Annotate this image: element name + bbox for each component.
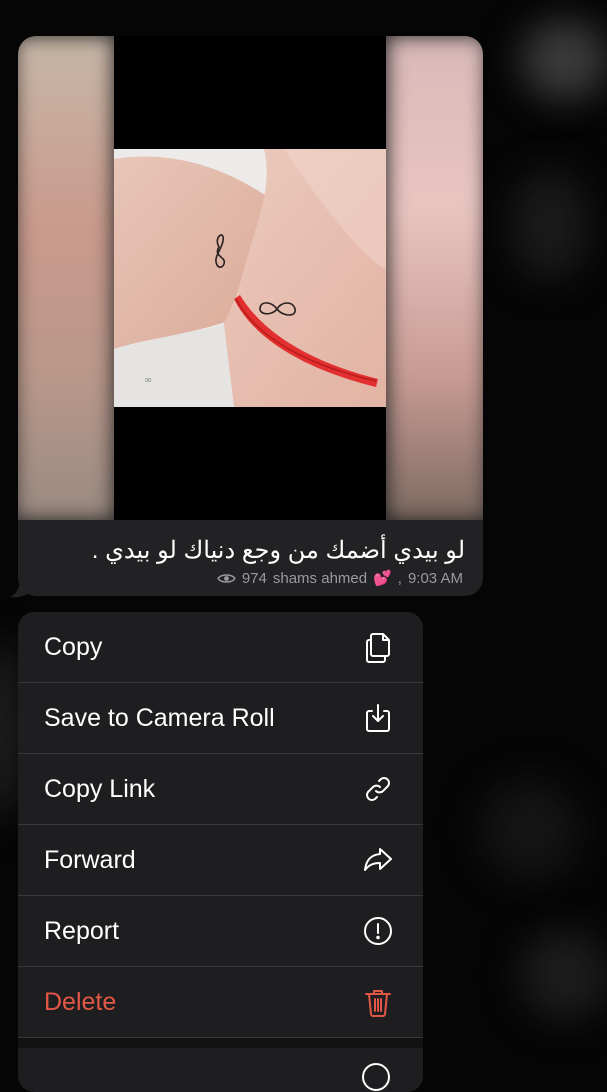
menu-item-label: Copy Link [44, 774, 156, 803]
background-blur [520, 930, 607, 1020]
menu-item-copy[interactable]: Copy [18, 612, 423, 683]
tattoo-photo: ∞ [114, 149, 386, 407]
trash-icon [361, 985, 395, 1019]
media-blur-left [18, 36, 114, 520]
forward-icon [361, 843, 395, 877]
menu-item-label: Delete [44, 987, 117, 1016]
context-menu: Copy Save to Camera Roll Copy Link Forwa… [18, 612, 423, 1092]
message-bubble[interactable]: ∞ لو بيدي أضمك من وجع دنياك لو بيدي . 97… [18, 36, 483, 596]
menu-item-delete[interactable]: Delete [18, 967, 423, 1038]
menu-item-partial[interactable] [18, 1048, 423, 1091]
background-blur [0, 640, 20, 820]
message-time: 9:03 AM [407, 569, 463, 587]
svg-text:∞: ∞ [144, 375, 152, 386]
view-count: 974 [241, 569, 267, 587]
background-blur [520, 20, 607, 100]
menu-item-label: Save to Camera Roll [44, 703, 275, 732]
video-media[interactable]: ∞ [18, 36, 483, 520]
menu-item-label: Copy [44, 632, 103, 661]
background-blur [480, 780, 580, 880]
message-caption: لو بيدي أضمك من وجع دنياك لو بيدي . [91, 537, 465, 564]
bubble-tail [10, 578, 30, 598]
meta-separator: , [397, 569, 402, 587]
message-meta: 974 shams ahmed 💕 , 9:03 AM [217, 569, 463, 587]
author-name: shams ahmed [272, 569, 368, 587]
menu-item-copy-link[interactable]: Copy Link [18, 754, 423, 825]
menu-item-label: Report [44, 916, 120, 945]
author-emoji: 💕 [373, 570, 392, 587]
menu-separator [18, 1038, 423, 1048]
download-icon [361, 701, 395, 735]
background-blur [510, 170, 590, 280]
partial-icon [362, 1063, 390, 1091]
copy-icon [361, 630, 395, 664]
eye-icon [217, 573, 236, 583]
media-blur-right [387, 36, 483, 520]
menu-item-save-to-camera-roll[interactable]: Save to Camera Roll [18, 683, 423, 754]
menu-item-report[interactable]: Report [18, 896, 423, 967]
menu-item-label: Forward [44, 845, 136, 874]
link-icon [361, 772, 395, 806]
report-icon [361, 914, 395, 948]
menu-item-forward[interactable]: Forward [18, 825, 423, 896]
